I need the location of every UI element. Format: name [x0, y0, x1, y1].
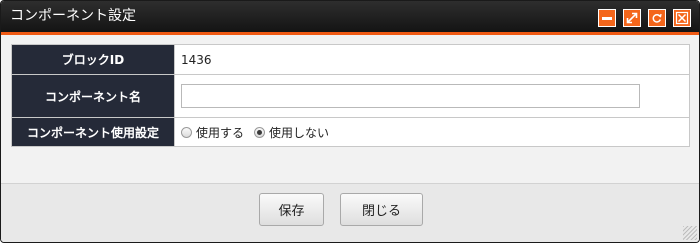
block-id-row: ブロックID 1436 [11, 44, 690, 75]
component-name-label: コンポーネント名 [11, 74, 175, 118]
dialog-titlebar[interactable]: コンポーネント設定 [1, 1, 699, 35]
minimize-icon [602, 17, 612, 20]
not-use-radio-label[interactable]: 使用しない [269, 124, 329, 141]
refresh-button[interactable] [648, 9, 666, 27]
settings-form-table: ブロックID 1436 コンポーネント名 コンポーネント使用設定 使用する 使用… [11, 44, 690, 147]
maximize-icon [626, 12, 638, 24]
component-name-cell [174, 74, 690, 118]
block-id-value: 1436 [174, 44, 690, 75]
maximize-button[interactable] [623, 9, 641, 27]
save-button[interactable]: 保存 [259, 193, 324, 226]
close-button[interactable] [673, 9, 691, 27]
resize-grip[interactable] [683, 226, 697, 240]
component-name-input[interactable] [181, 84, 640, 108]
component-usage-label: コンポーネント使用設定 [11, 117, 175, 147]
not-use-radio[interactable] [254, 126, 266, 138]
refresh-icon [652, 13, 662, 23]
component-usage-row: コンポーネント使用設定 使用する 使用しない [11, 117, 690, 147]
usage-radio-group: 使用する 使用しない [181, 124, 339, 141]
dialog-content: ブロックID 1436 コンポーネント名 コンポーネント使用設定 使用する 使用… [1, 35, 699, 183]
component-usage-cell: 使用する 使用しない [174, 117, 690, 147]
use-radio-label[interactable]: 使用する [196, 124, 244, 141]
minimize-button[interactable] [598, 9, 616, 27]
use-radio[interactable] [181, 126, 192, 138]
dialog-footer: 保存 閉じる [1, 184, 699, 242]
close-icon [675, 11, 689, 25]
component-settings-dialog: コンポーネント設定 ブロックID 1436 コンポーネント名 コンポーネント使用… [0, 0, 700, 243]
block-id-label: ブロックID [11, 44, 175, 75]
dialog-title: コンポーネント設定 [10, 8, 136, 24]
component-name-row: コンポーネント名 [11, 74, 690, 118]
close-dialog-button[interactable]: 閉じる [340, 193, 423, 226]
